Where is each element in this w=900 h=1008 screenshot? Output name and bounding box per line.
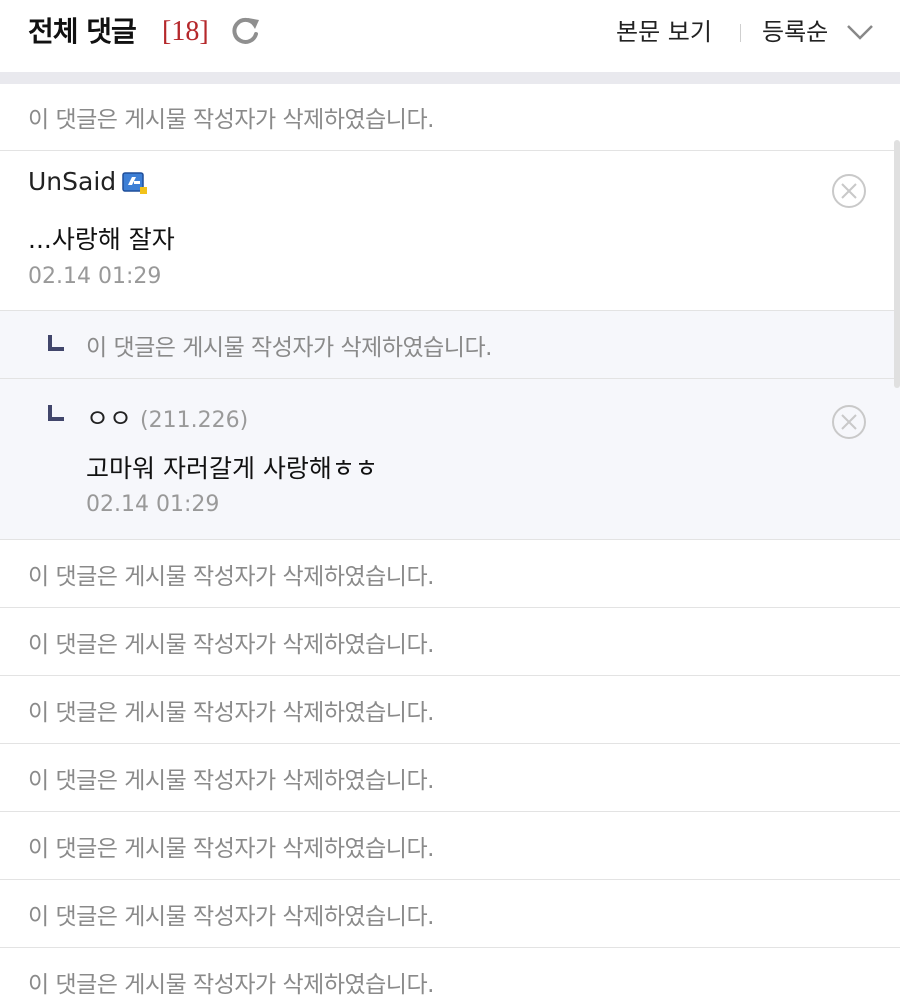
deleted-comment-text: 이 댓글은 게시물 작성자가 삭제하였습니다. — [28, 972, 434, 998]
deleted-reply-text: 이 댓글은 게시물 작성자가 삭제하였습니다. — [86, 335, 492, 361]
header-divider-bar — [0, 72, 900, 84]
comments-header: 전체 댓글 [18] 본문 보기 등록순 — [0, 0, 900, 72]
comment-text: ...사랑해 잘자 — [28, 225, 175, 254]
delete-reply-icon[interactable] — [830, 403, 868, 441]
gallog-badge-icon — [122, 171, 148, 195]
deleted-comment-text: 이 댓글은 게시물 작성자가 삭제하였습니다. — [28, 564, 434, 590]
chevron-down-icon[interactable] — [845, 20, 875, 44]
deleted-comment-text: 이 댓글은 게시물 작성자가 삭제하였습니다. — [28, 700, 434, 726]
deleted-comment-text: 이 댓글은 게시물 작성자가 삭제하였습니다. — [28, 904, 434, 930]
deleted-comment-row: 이 댓글은 게시물 작성자가 삭제하였습니다. — [0, 812, 900, 880]
reply-ip: (211.226) — [140, 408, 249, 433]
reply-row: ㅇㅇ (211.226) 고마워 자러갈게 사랑해ㅎㅎ 02.14 01:29 — [0, 379, 900, 540]
reply-text: 고마워 자러갈게 사랑해ㅎㅎ — [86, 454, 378, 483]
deleted-comment-row: 이 댓글은 게시물 작성자가 삭제하였습니다. — [0, 608, 900, 676]
deleted-comment-row: 이 댓글은 게시물 작성자가 삭제하였습니다. — [0, 880, 900, 948]
reply-nickname-text: ㅇㅇ — [86, 404, 133, 433]
scrollbar[interactable] — [894, 140, 900, 388]
deleted-comment-row: 이 댓글은 게시물 작성자가 삭제하였습니다. — [0, 84, 900, 151]
header-divider — [740, 24, 741, 42]
nickname-text: UnSaid — [28, 167, 117, 196]
reply-time: 02.14 01:29 — [86, 492, 220, 517]
deleted-comment-row: 이 댓글은 게시물 작성자가 삭제하였습니다. — [0, 676, 900, 744]
reply-arrow-icon — [48, 335, 64, 351]
view-body-button[interactable]: 본문 보기 — [616, 14, 712, 50]
deleted-comment-text: 이 댓글은 게시물 작성자가 삭제하였습니다. — [28, 107, 434, 133]
comments-title: 전체 댓글 — [28, 15, 137, 48]
deleted-comment-text: 이 댓글은 게시물 작성자가 삭제하였습니다. — [28, 768, 434, 794]
deleted-comment-row: 이 댓글은 게시물 작성자가 삭제하였습니다. — [0, 948, 900, 1008]
reply-arrow-icon — [48, 405, 64, 421]
deleted-comment-row: 이 댓글은 게시물 작성자가 삭제하였습니다. — [0, 744, 900, 812]
reply-nickname[interactable]: ㅇㅇ (211.226) — [86, 399, 248, 435]
deleted-reply-row: 이 댓글은 게시물 작성자가 삭제하였습니다. — [0, 311, 900, 379]
deleted-comment-row: 이 댓글은 게시물 작성자가 삭제하였습니다. — [0, 540, 900, 608]
comment-count: [18] — [162, 16, 209, 47]
deleted-comment-text: 이 댓글은 게시물 작성자가 삭제하였습니다. — [28, 632, 434, 658]
deleted-comment-text: 이 댓글은 게시물 작성자가 삭제하였습니다. — [28, 836, 434, 862]
sort-dropdown[interactable]: 등록순 — [762, 14, 828, 50]
comment-time: 02.14 01:29 — [28, 264, 162, 289]
refresh-icon[interactable] — [228, 14, 262, 48]
delete-comment-icon[interactable] — [830, 172, 868, 210]
comment-row: UnSaid ...사랑해 잘자 02.14 01:29 — [0, 151, 900, 311]
comment-nickname[interactable]: UnSaid — [28, 167, 148, 196]
